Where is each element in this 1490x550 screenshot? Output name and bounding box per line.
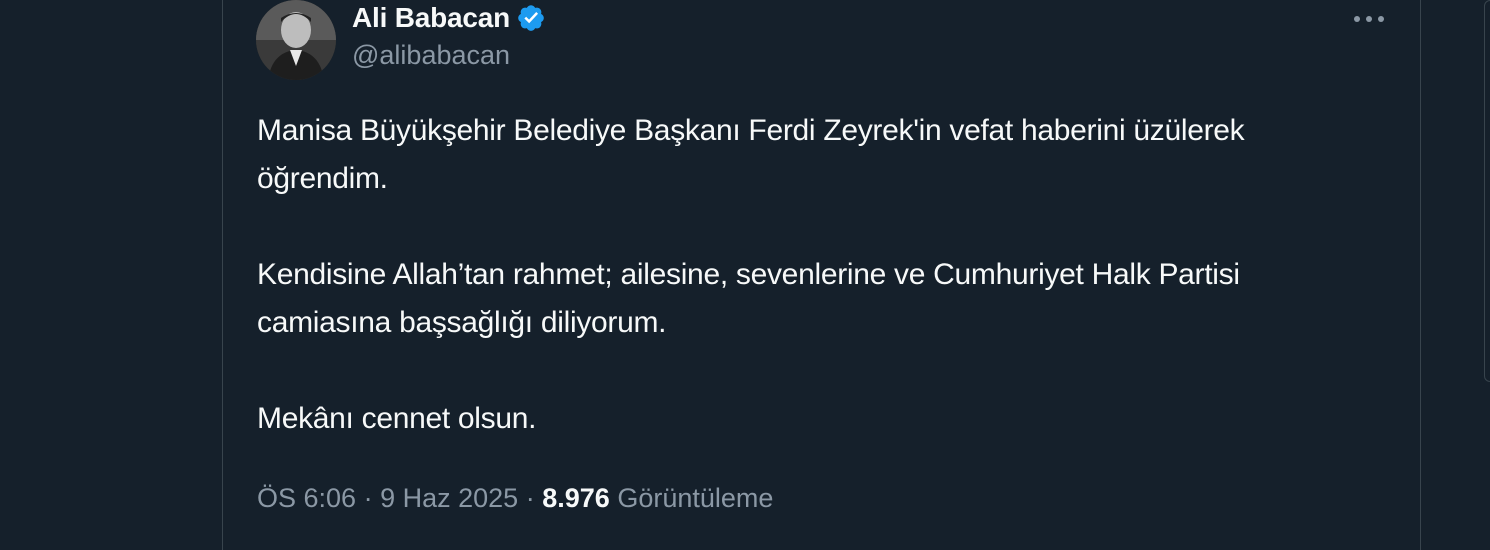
avatar-image xyxy=(256,0,336,80)
tweet-time-link[interactable]: ÖS 6:06 · 9 Haz 2025 xyxy=(257,483,518,513)
tweet-paragraph: Manisa Büyükşehir Belediye Başkanı Ferdi… xyxy=(257,114,1245,195)
verified-badge-icon xyxy=(518,5,544,31)
tweet-time: ÖS 6:06 xyxy=(257,483,357,513)
tweet-date: 9 Haz 2025 xyxy=(380,483,519,513)
more-options-button[interactable] xyxy=(1350,2,1388,36)
author-display-name[interactable]: Ali Babacan xyxy=(352,2,510,34)
avatar[interactable] xyxy=(256,0,336,80)
author-handle[interactable]: @alibabacan xyxy=(352,40,510,71)
views-count: 8.976 xyxy=(542,483,610,513)
more-options-icon xyxy=(1354,16,1384,22)
views-link[interactable]: 8.976 Görüntüleme xyxy=(542,483,773,513)
meta-separator: · xyxy=(363,483,373,513)
tweet-paragraph: Kendisine Allah’tan rahmet; ailesine, se… xyxy=(257,258,1240,339)
meta-separator: · xyxy=(525,483,535,513)
tweet-paragraph: Mekânı cennet olsun. xyxy=(257,402,537,435)
right-sidebar-panel xyxy=(1484,0,1490,382)
author-name-row: Ali Babacan xyxy=(352,0,546,36)
tweet-text: Manisa Büyükşehir Belediye Başkanı Ferdi… xyxy=(257,107,1367,443)
views-label: Görüntüleme xyxy=(617,483,774,513)
page: Ali Babacan @alibabacan Manisa Büyükşehi… xyxy=(0,0,1490,550)
tweet-meta: ÖS 6:06 · 9 Haz 2025 · 8.976 Görüntüleme xyxy=(257,478,773,518)
